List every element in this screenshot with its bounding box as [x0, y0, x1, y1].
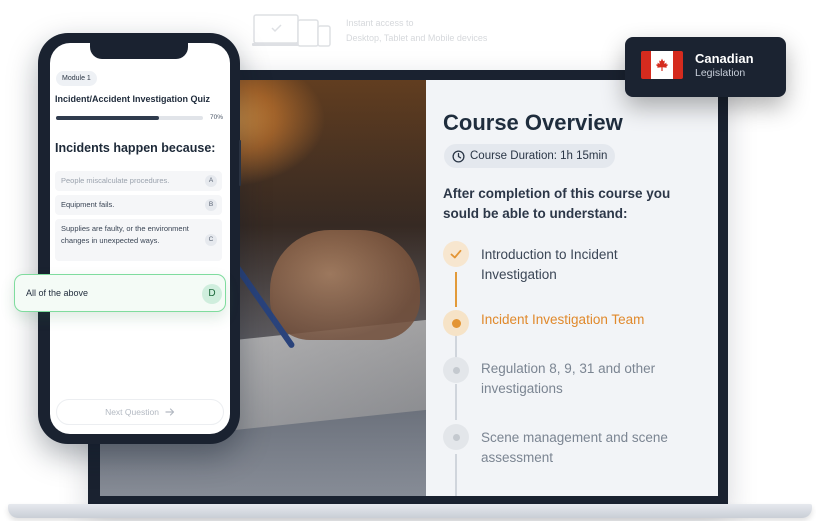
timeline-connector	[455, 384, 457, 420]
answer-option-letter: D	[202, 284, 222, 304]
course-title: Course Overview	[443, 110, 623, 135]
timeline-connector	[455, 272, 457, 307]
step-label-active: Incident Investigation Team	[481, 312, 645, 327]
answer-option-d-selected[interactable]: All of the above D	[14, 274, 226, 312]
quiz-progress-label: 70%	[210, 114, 224, 121]
quiz-progress-fill	[56, 116, 159, 120]
course-intro: After completion of this course you soul…	[443, 186, 671, 221]
arrow-right-icon	[165, 408, 175, 416]
module-tag: Module 1	[56, 71, 97, 86]
answer-option-letter: C	[205, 234, 217, 246]
quiz-question: Incidents happen because:	[55, 141, 216, 155]
answer-option-text: People miscalculate procedures.	[61, 176, 170, 185]
clock-icon	[452, 149, 465, 163]
step-pending-dot-icon	[443, 424, 469, 450]
answer-option-c[interactable]: Supplies are faulty, or the environment …	[55, 219, 222, 261]
answer-option-text: Equipment fails.	[61, 200, 115, 209]
phone-side-button	[239, 140, 241, 186]
quiz-progress-bar	[56, 116, 203, 120]
laptop-base	[8, 504, 812, 518]
answer-option-text: Supplies are faulty, or the environment …	[61, 224, 189, 245]
badge-subtitle: Legislation	[695, 67, 746, 79]
answer-option-a[interactable]: People miscalculate procedures. A	[55, 171, 222, 191]
step-label: Introduction to Incident Investigation	[481, 247, 618, 282]
canada-flag-icon	[641, 51, 683, 79]
quiz-title: Incident/Accident Investigation Quiz	[55, 94, 211, 104]
answer-option-letter: B	[205, 199, 217, 211]
course-duration: Course Duration: 1h 15min	[470, 150, 608, 162]
step-pending-dot-icon	[443, 357, 469, 383]
timeline-connector	[455, 454, 457, 496]
devices-hint-line1: Instant access to	[346, 18, 414, 28]
step-active-dot-icon	[443, 310, 469, 336]
next-question-button[interactable]: Next Question	[56, 399, 224, 425]
next-question-label: Next Question	[105, 407, 159, 417]
answer-option-letter: A	[205, 175, 217, 187]
answer-option-text: All of the above	[26, 288, 89, 298]
step-check-icon	[443, 241, 469, 267]
phone-screen: Module 1 Incident/Accident Investigation…	[50, 43, 230, 434]
course-duration-pill: Course Duration: 1h 15min	[444, 144, 616, 168]
badge-title: Canadian	[695, 51, 754, 66]
devices-hint-line2: Desktop, Tablet and Mobile devices	[346, 33, 488, 43]
phone-notch	[90, 41, 188, 59]
course-overview-panel: Course Overview Course Duration: 1h 15mi…	[426, 80, 718, 496]
answer-option-b[interactable]: Equipment fails. B	[55, 195, 222, 215]
devices-hint: Instant access to Desktop, Tablet and Mo…	[252, 12, 552, 52]
legislation-badge: Canadian Legislation	[625, 37, 786, 97]
devices-icon	[252, 14, 331, 47]
step-label: Regulation 8, 9, 31 and other investigat…	[481, 361, 656, 396]
step-label: Scene management and scene assessment	[481, 430, 668, 465]
